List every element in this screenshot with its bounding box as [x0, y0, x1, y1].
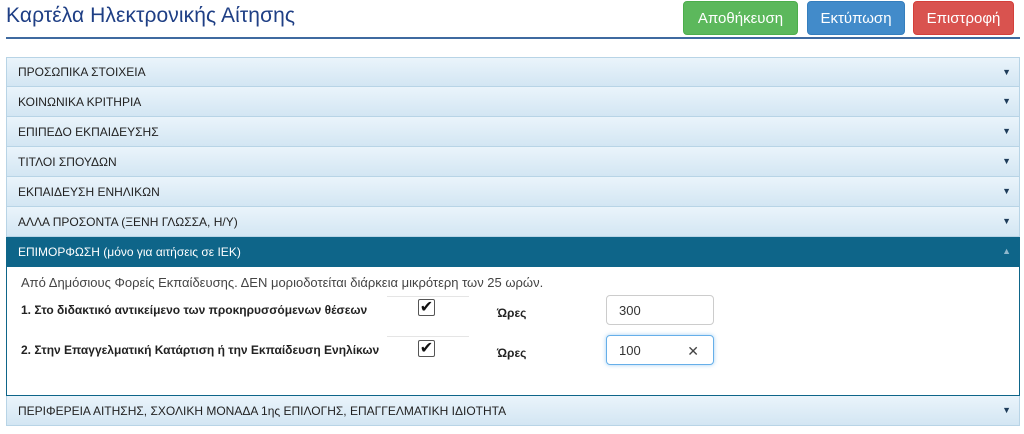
- top-bar: Καρτέλα Ηλεκτρονικής Αίτησης Αποθήκευση …: [0, 0, 1024, 40]
- chevron-down-icon: ▼: [1002, 126, 1011, 136]
- section-social-criteria[interactable]: ΚΟΙΝΩΝΙΚΑ ΚΡΙΤΗΡΙΑ ▼: [6, 87, 1020, 117]
- divider: [387, 336, 469, 337]
- section-label: ΤΙΤΛΟΙ ΣΠΟΥΔΩΝ: [18, 154, 117, 169]
- chevron-down-icon: ▼: [1002, 67, 1011, 77]
- section-label: ΕΠΙΠΕΔΟ ΕΚΠΑΙΔΕΥΣΗΣ: [18, 124, 159, 139]
- section-label: ΚΟΙΝΩΝΙΚΑ ΚΡΙΤΗΡΙΑ: [18, 94, 142, 109]
- training-row-2-label: 2. Στην Επαγγελματική Κατάρτιση ή την Εκ…: [21, 343, 380, 357]
- training-row-1-label: 1. Στο διδακτικό αντικείμενο των προκηρυ…: [21, 303, 368, 317]
- print-button[interactable]: Εκτύπωση: [807, 1, 905, 35]
- training-row-1-hours-input[interactable]: 300: [606, 295, 714, 325]
- chevron-up-icon: ▲: [1002, 246, 1011, 256]
- chevron-down-icon: ▼: [1002, 96, 1011, 106]
- checkmark-icon: ✔: [419, 298, 434, 316]
- section-training[interactable]: ΕΠΙΜΟΡΦΩΣΗ (μόνο για αιτήσεις σε ΙΕΚ) ▲: [6, 237, 1020, 267]
- hours-value: 300: [619, 302, 641, 318]
- back-button[interactable]: Επιστροφή: [913, 1, 1014, 35]
- divider: [387, 296, 469, 297]
- hours-value: 100: [619, 342, 641, 358]
- section-label: ΕΚΠΑΙΔΕΥΣΗ ΕΝΗΛΙΚΩΝ: [18, 184, 160, 199]
- section-other-qualifications[interactable]: ΑΛΛΑ ΠΡΟΣΟΝΤΑ (ΞΕΝΗ ΓΛΩΣΣΑ, Η/Υ) ▼: [6, 207, 1020, 237]
- section-label: ΑΛΛΑ ΠΡΟΣΟΝΤΑ (ΞΕΝΗ ΓΛΩΣΣΑ, Η/Υ): [18, 214, 238, 229]
- section-region-school[interactable]: ΠΕΡΙΦΕΡΕΙΑ ΑΙΤΗΣΗΣ, ΣΧΟΛΙΚΗ ΜΟΝΑΔΑ 1ης Ε…: [6, 396, 1020, 426]
- save-button[interactable]: Αποθήκευση: [683, 1, 798, 35]
- application-accordion: ΠΡΟΣΩΠΙΚΑ ΣΤΟΙΧΕΙΑ ▼ ΚΟΙΝΩΝΙΚΑ ΚΡΙΤΗΡΙΑ …: [6, 57, 1020, 426]
- training-row-1-checkbox[interactable]: ✔: [418, 299, 435, 316]
- training-note: Από Δημόσιους Φορείς Εκπαίδευσης. ΔΕΝ μο…: [21, 275, 544, 290]
- page-title: Καρτέλα Ηλεκτρονικής Αίτησης: [6, 4, 296, 27]
- section-degrees[interactable]: ΤΙΤΛΟΙ ΣΠΟΥΔΩΝ ▼: [6, 147, 1020, 177]
- section-label: ΠΕΡΙΦΕΡΕΙΑ ΑΙΤΗΣΗΣ, ΣΧΟΛΙΚΗ ΜΟΝΑΔΑ 1ης Ε…: [18, 403, 507, 418]
- training-row-2-hours-label: Ώρες: [497, 346, 527, 360]
- chevron-down-icon: ▼: [1002, 186, 1011, 196]
- section-label: ΕΠΙΜΟΡΦΩΣΗ (μόνο για αιτήσεις σε ΙΕΚ): [18, 244, 241, 259]
- section-label: ΠΡΟΣΩΠΙΚΑ ΣΤΟΙΧΕΙΑ: [18, 65, 146, 79]
- training-row-1-hours-label: Ώρες: [497, 306, 527, 320]
- training-row-2-hours-input[interactable]: 100 ✕: [606, 335, 714, 365]
- chevron-down-icon: ▼: [1002, 405, 1011, 415]
- chevron-down-icon: ▼: [1002, 156, 1011, 166]
- section-personal-info[interactable]: ΠΡΟΣΩΠΙΚΑ ΣΤΟΙΧΕΙΑ ▼: [6, 57, 1020, 87]
- clear-icon[interactable]: ✕: [687, 343, 699, 360]
- title-divider: [6, 37, 1020, 39]
- training-panel: Από Δημόσιους Φορείς Εκπαίδευσης. ΔΕΝ μο…: [6, 267, 1020, 396]
- section-education-level[interactable]: ΕΠΙΠΕΔΟ ΕΚΠΑΙΔΕΥΣΗΣ ▼: [6, 117, 1020, 147]
- training-row-2-checkbox[interactable]: ✔: [418, 340, 435, 357]
- checkmark-icon: ✔: [419, 339, 434, 357]
- section-adult-education[interactable]: ΕΚΠΑΙΔΕΥΣΗ ΕΝΗΛΙΚΩΝ ▼: [6, 177, 1020, 207]
- chevron-down-icon: ▼: [1002, 216, 1011, 226]
